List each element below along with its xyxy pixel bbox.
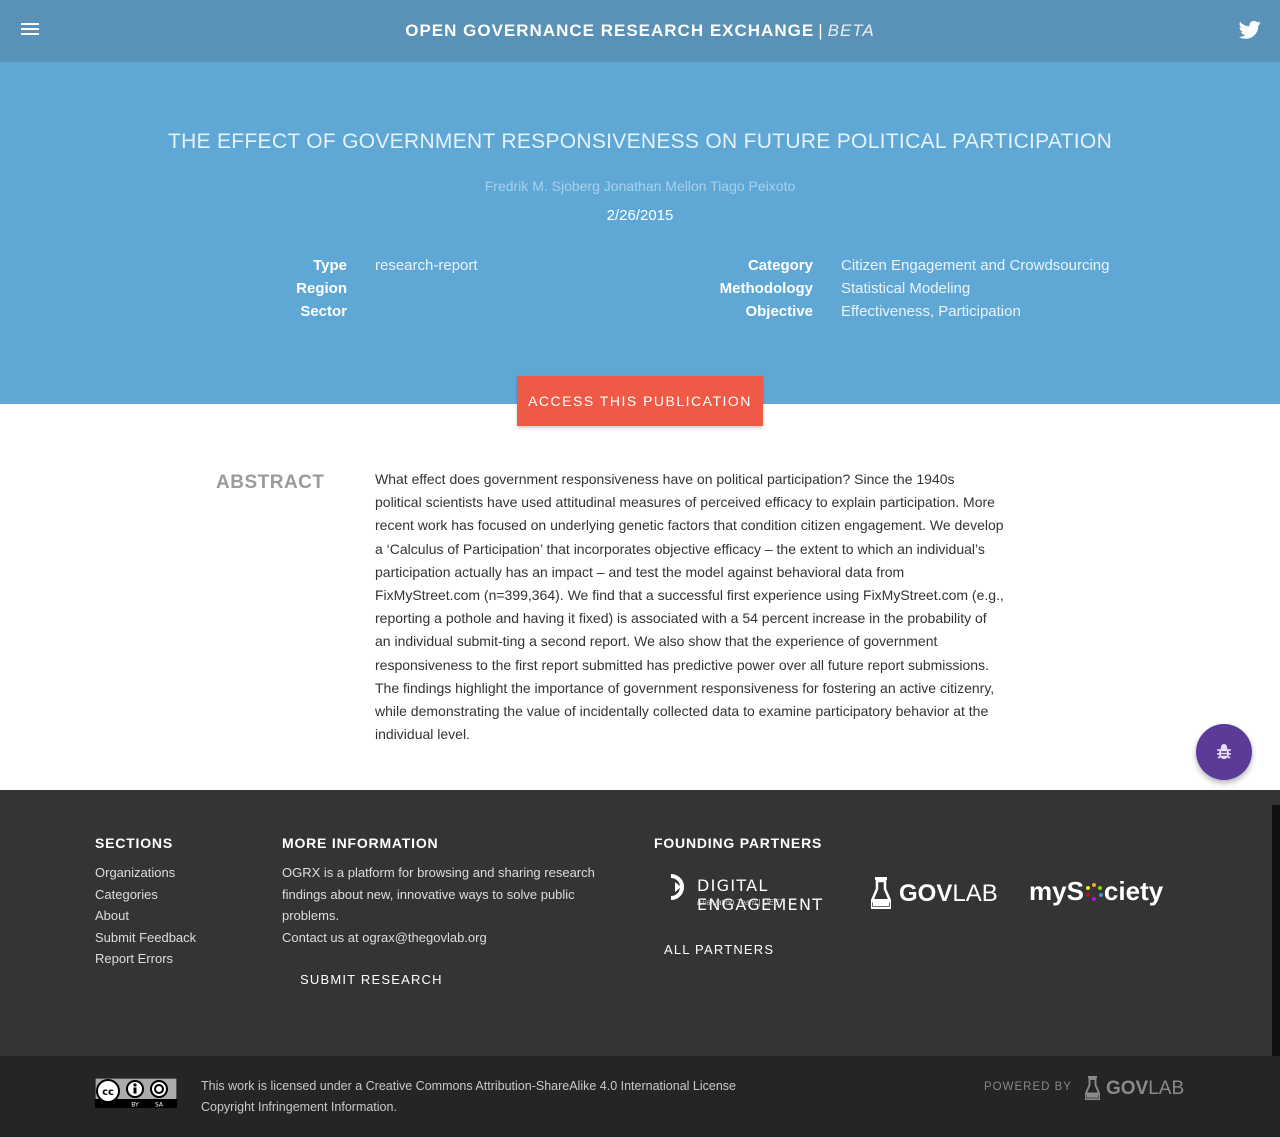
bottom-bar: cc BY SA This work is licensed under a C… xyxy=(0,1056,1280,1137)
footer-link-categories[interactable]: Categories xyxy=(95,884,196,906)
meta-left-values: research-report xyxy=(375,254,625,323)
powered-govlab-wordmark: GOVLAB xyxy=(1106,1078,1185,1099)
meta-value-type[interactable]: research-report xyxy=(375,254,625,277)
cc-by-sa-icon[interactable]: cc BY SA xyxy=(95,1078,177,1108)
twitter-icon[interactable] xyxy=(1239,20,1261,40)
meta-value-methodology[interactable]: Statistical Modeling xyxy=(841,277,1141,300)
digital-engagement-mark-icon xyxy=(670,874,684,900)
abstract-text: What effect does government responsivene… xyxy=(375,471,1004,743)
govlab-logo[interactable]: GOVLAB xyxy=(871,877,1001,911)
license-info: This work is licensed under a Creative C… xyxy=(201,1076,736,1118)
sections-list: Organizations Categories About Submit Fe… xyxy=(95,862,196,970)
mysociety-dots-icon xyxy=(1085,883,1103,901)
license-link[interactable]: This work is licensed under a Creative C… xyxy=(201,1076,736,1097)
flask-icon xyxy=(1085,1076,1100,1100)
title-separator: | xyxy=(818,21,824,40)
submit-research-button[interactable]: SUBMIT RESEARCH xyxy=(300,972,443,987)
meta-label-category: Category xyxy=(747,257,813,274)
meta-left-labels: Type Region Sector xyxy=(220,254,347,323)
report-bug-button[interactable] xyxy=(1196,724,1252,780)
digital-engagement-name: DIGITAL ENGAGEMENT xyxy=(697,876,824,914)
publication-title: THE EFFECT OF GOVERNMENT RESPONSIVENESS … xyxy=(167,130,1113,153)
meta-label-region: Region xyxy=(296,280,347,297)
more-info-text: OGRX is a platform for browsing and shar… xyxy=(282,862,612,948)
meta-label-type: Type xyxy=(313,257,347,274)
access-publication-button[interactable]: ACCESS THIS PUBLICATION xyxy=(517,376,763,426)
digital-engagement-logo[interactable]: DIGITAL ENGAGEMENT Evaluation Team | DEE… xyxy=(667,874,842,914)
meta-label-objective: Objective xyxy=(745,303,813,320)
footer-link-report-errors[interactable]: Report Errors xyxy=(95,948,196,970)
bug-icon xyxy=(1217,744,1231,759)
footer-link-organizations[interactable]: Organizations xyxy=(95,862,196,884)
about-ogrx-text: OGRX is a platform for browsing and shar… xyxy=(282,865,595,923)
contact-text[interactable]: Contact us at ograx@thegovlab.org xyxy=(282,927,612,949)
powered-by-govlab-logo[interactable]: GOVLAB xyxy=(1085,1076,1185,1104)
hamburger-menu-icon[interactable] xyxy=(21,23,39,37)
beta-label: BETA xyxy=(827,21,875,40)
svg-text:BY: BY xyxy=(131,1102,139,1109)
meta-label-sector: Sector xyxy=(300,303,347,320)
meta-value-sector xyxy=(375,300,625,323)
meta-right-values: Citizen Engagement and Crowdsourcing Sta… xyxy=(841,254,1141,323)
top-navbar: OPEN GOVERNANCE RESEARCH EXCHANGE | BETA xyxy=(0,0,1280,62)
site-footer: SECTIONS Organizations Categories About … xyxy=(0,790,1280,1056)
powered-by-label: POWERED BY xyxy=(984,1081,1072,1093)
publication-authors: Fredrik M. Sjoberg Jonathan Mellon Tiago… xyxy=(484,178,796,194)
digital-engagement-subtitle: Evaluation Team | DEET xyxy=(697,898,785,907)
govlab-wordmark: GOVLAB xyxy=(899,880,998,907)
site-title-text: OPEN GOVERNANCE RESEARCH EXCHANGE xyxy=(405,21,815,40)
footer-link-submit-feedback[interactable]: Submit Feedback xyxy=(95,927,196,949)
sections-heading: SECTIONS xyxy=(95,835,173,851)
meta-value-category[interactable]: Citizen Engagement and Crowdsourcing xyxy=(841,254,1141,277)
flask-icon xyxy=(871,877,891,909)
meta-label-methodology: Methodology xyxy=(719,280,813,297)
all-partners-link[interactable]: ALL PARTNERS xyxy=(664,942,774,957)
meta-value-region xyxy=(375,277,625,300)
mysociety-logo[interactable]: myS ciety xyxy=(1029,876,1163,907)
abstract-heading: ABSTRACT xyxy=(216,472,325,493)
more-info-heading: MORE INFORMATION xyxy=(282,835,439,851)
copyright-link[interactable]: Copyright Infringement Information. xyxy=(201,1097,736,1118)
publication-date: 2/26/2015 xyxy=(606,207,674,224)
site-title[interactable]: OPEN GOVERNANCE RESEARCH EXCHANGE | BETA xyxy=(405,21,875,41)
meta-right-labels: Category Methodology Objective xyxy=(680,254,813,323)
meta-value-objective[interactable]: Effectiveness, Participation xyxy=(841,300,1141,323)
publication-hero xyxy=(0,62,1280,404)
svg-text:SA: SA xyxy=(155,1102,164,1109)
founding-partners-heading: FOUNDING PARTNERS xyxy=(654,835,823,851)
footer-link-about[interactable]: About xyxy=(95,905,196,927)
svg-text:cc: cc xyxy=(102,1087,114,1098)
